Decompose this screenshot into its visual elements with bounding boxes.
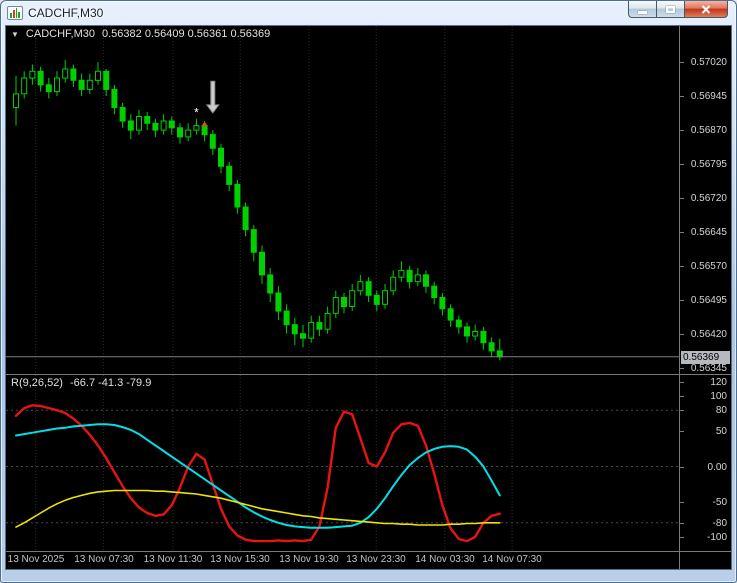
time-axis-label: 13 Nov 2025 [7, 554, 65, 565]
price-tick-label: 0.56645 [690, 227, 727, 238]
price-tickmark [680, 164, 684, 165]
price-tickmark [680, 96, 684, 97]
title-bar[interactable]: CADCHF,M30 [5, 1, 732, 25]
time-axis-label: 14 Nov 07:30 [482, 554, 542, 565]
indicator-label: R(9,26,52) -66.7 -41.3 -79.9 [11, 377, 151, 389]
price-tickmark [680, 266, 684, 267]
time-labels: 13 Nov 2025 13 Nov 07:30 13 Nov 11:30 13 No… [6, 552, 679, 569]
candlestick-chart: * [6, 26, 679, 374]
price-tick-label: 0.56345 [690, 363, 727, 374]
price-tick-label: 0.56870 [690, 125, 727, 136]
chart-ohlc-label: ▼ CADCHF,M30 0.56382 0.56409 0.56361 0.5… [11, 28, 270, 40]
cyan-line [15, 423, 501, 529]
indicator-tick-label: 50 [715, 426, 727, 437]
indicator-pane[interactable]: R(9,26,52) -66.7 -41.3 -79.9 120 100 80 50 0… [6, 375, 731, 551]
axis-corner [679, 552, 731, 569]
indicator-chart [6, 375, 679, 551]
indicator-tick-label: 0.00 [707, 462, 727, 473]
indicator-tick-label: 120 [710, 377, 727, 388]
price-tickmark [680, 334, 684, 335]
price-tickmark [680, 300, 684, 301]
price-plot[interactable]: * ▼ CADCHF,M30 0.56382 0.56409 0.56361 0… [6, 26, 679, 374]
price-tick-label: 0.56570 [690, 261, 727, 272]
window-title: CADCHF,M30 [28, 6, 104, 20]
indicator-plot[interactable]: R(9,26,52) -66.7 -41.3 -79.9 [6, 375, 679, 551]
maximize-icon [666, 5, 675, 13]
time-axis-label: 13 Nov 23:30 [346, 554, 406, 565]
close-icon [701, 4, 711, 14]
window-controls [628, 1, 728, 18]
indicator-tickmark [680, 410, 684, 411]
price-tickmark [680, 130, 684, 131]
time-axis-label: 13 Nov 15:30 [210, 554, 270, 565]
indicator-tickmark [680, 467, 684, 468]
price-tick-label: 0.56420 [690, 329, 727, 340]
indicator-tickmark [680, 396, 684, 397]
price-tickmark [680, 232, 684, 233]
minimize-button[interactable] [628, 1, 656, 18]
indicator-tick-label: 80 [715, 405, 727, 416]
time-axis-label: 13 Nov 11:30 [143, 554, 203, 565]
close-button[interactable] [684, 1, 728, 18]
ohlc-values: 0.56382 0.56409 0.56361 0.56369 [102, 28, 271, 40]
price-tickmark [680, 62, 684, 63]
price-tick-label: 0.56720 [690, 193, 727, 204]
price-tick-label: 0.56795 [690, 159, 727, 170]
mt4-chart-window: CADCHF,M30 * ▼ CADCHF,M30 0.56382 0.5640… [0, 0, 737, 583]
indicator-tickmark [680, 431, 684, 432]
indicator-tickmark [680, 382, 684, 383]
time-axis-label: 13 Nov 07:30 [74, 554, 134, 565]
time-axis-label: 13 Nov 19:30 [279, 554, 339, 565]
current-price-badge: 0.56369 [681, 351, 730, 364]
time-axis[interactable]: 13 Nov 2025 13 Nov 07:30 13 Nov 11:30 13 No… [6, 552, 731, 569]
indicator-tick-label: -100 [706, 532, 727, 543]
price-tick-label: 0.56945 [690, 91, 727, 102]
price-tick-label: 0.57020 [690, 57, 727, 68]
price-tick-label: 0.56495 [690, 295, 727, 306]
indicator-name: R(9,26,52) [11, 377, 63, 389]
indicator-tickmark [680, 502, 684, 503]
time-axis-label: 14 Nov 03:30 [415, 554, 475, 565]
indicator-tick-label: 100 [710, 391, 727, 402]
indicator-tickmark [680, 523, 684, 524]
star-marker: * [194, 106, 199, 120]
price-axis[interactable]: 0.57020 0.56945 0.56870 0.56795 0.56720 0.566… [679, 26, 731, 374]
indicator-tickmark [680, 537, 684, 538]
trade-dot-marker [202, 122, 207, 127]
minimize-icon [638, 10, 647, 14]
maximize-button[interactable] [656, 1, 684, 18]
chart-client-area: * ▼ CADCHF,M30 0.56382 0.56409 0.56361 0… [5, 25, 732, 570]
indicator-axis[interactable]: 120 100 80 50 0.00 -50 -80 -100 [679, 375, 731, 551]
indicator-tick-label: -80 [712, 518, 727, 529]
down-arrow-marker [205, 80, 220, 114]
indicator-values: -66.7 -41.3 -79.9 [69, 377, 152, 389]
symbol-period-label: CADCHF,M30 [25, 28, 95, 40]
price-tickmark [680, 198, 684, 199]
indicator-tick-label: -50 [712, 497, 727, 508]
price-tickmark [680, 368, 684, 369]
yellow-line [15, 489, 501, 528]
chart-app-icon [7, 6, 23, 20]
chevron-down-icon[interactable]: ▼ [11, 30, 19, 39]
price-chart-pane[interactable]: * ▼ CADCHF,M30 0.56382 0.56409 0.56361 0… [6, 26, 731, 374]
